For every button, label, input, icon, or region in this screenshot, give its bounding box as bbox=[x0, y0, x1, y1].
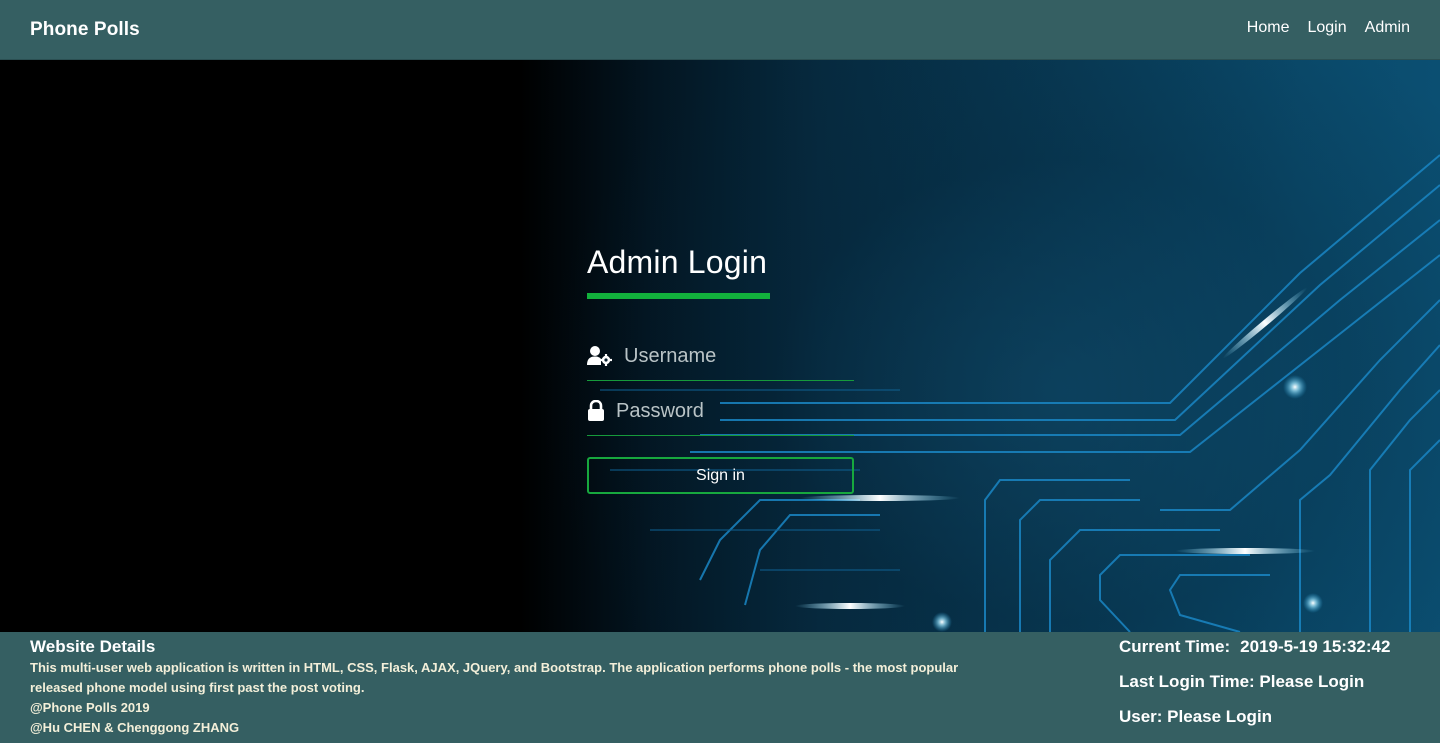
last-login-time: Last Login Time: Please Login bbox=[1119, 672, 1365, 691]
footer-heading: Website Details bbox=[30, 637, 156, 656]
brand-logo[interactable]: Phone Polls bbox=[30, 19, 140, 41]
website-details: Website Details This multi-user web appl… bbox=[30, 636, 960, 738]
current-user: User: Please Login bbox=[1119, 707, 1273, 726]
current-time-value: 2019-5-19 15:32:42 bbox=[1240, 637, 1391, 656]
admin-login-form: Admin Login Username Sign in bbox=[587, 244, 889, 494]
nav-links: Home Login Admin bbox=[1247, 19, 1410, 37]
nav-admin-link[interactable]: Admin bbox=[1365, 19, 1410, 37]
nav-home-link[interactable]: Home bbox=[1247, 19, 1290, 37]
current-time-row: Current Time: 2019-5-19 15:32:42 bbox=[1119, 636, 1429, 671]
footer: Website Details This multi-user web appl… bbox=[0, 632, 1440, 743]
nav-login-link[interactable]: Login bbox=[1307, 19, 1346, 37]
sign-in-button[interactable]: Sign in bbox=[587, 457, 854, 494]
session-info: Current Time: 2019-5-19 15:32:42 Last Log… bbox=[1119, 636, 1429, 741]
password-input[interactable] bbox=[616, 400, 881, 423]
login-title: Admin Login bbox=[587, 244, 768, 280]
footer-authors: @Hu CHEN & Chenggong ZHANG bbox=[30, 720, 240, 735]
hero-background: Admin Login Username Sign in bbox=[0, 60, 1440, 632]
password-field-wrapper bbox=[587, 394, 881, 436]
lock-icon bbox=[587, 399, 605, 423]
username-field-wrapper bbox=[587, 339, 889, 381]
username-input[interactable] bbox=[624, 345, 889, 368]
top-navbar: Phone Polls Home Login Admin bbox=[0, 0, 1440, 60]
current-time-label: Current Time: bbox=[1119, 637, 1231, 656]
footer-description: This multi-user web application is writt… bbox=[30, 660, 959, 695]
user-gear-icon bbox=[587, 344, 613, 368]
title-underline bbox=[587, 293, 770, 299]
footer-copyright: @Phone Polls 2019 bbox=[30, 700, 150, 715]
